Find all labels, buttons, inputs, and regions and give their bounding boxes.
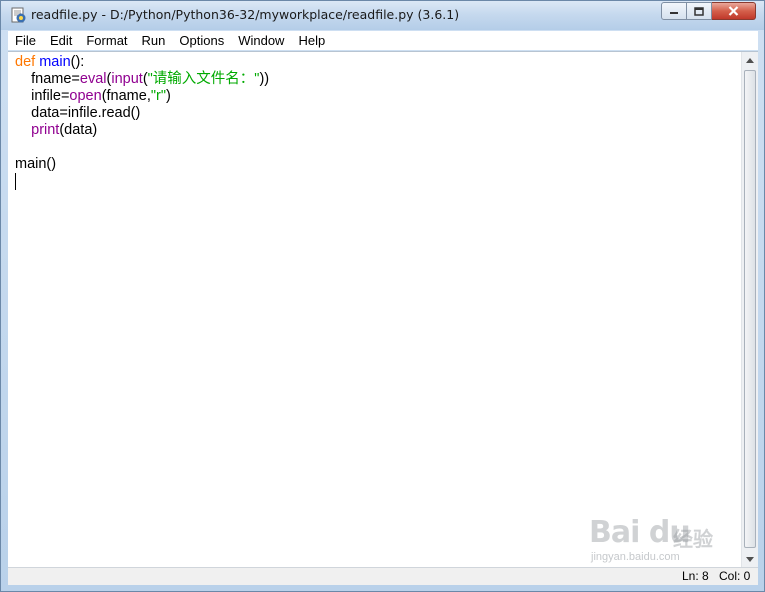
close-button[interactable] xyxy=(712,2,756,20)
window-controls xyxy=(661,2,756,21)
code-token: ) xyxy=(165,88,171,104)
menu-edit[interactable]: Edit xyxy=(43,33,79,48)
code-token: )) xyxy=(259,71,270,87)
menu-window[interactable]: Window xyxy=(231,33,291,48)
menu-file[interactable]: File xyxy=(8,33,43,48)
scroll-down-icon xyxy=(746,557,754,562)
code-editor[interactable]: def main(): fname=eval(input("请输入文件名："))… xyxy=(8,51,758,567)
scroll-down-button[interactable] xyxy=(742,551,758,567)
code-line-1: def main(): xyxy=(15,54,269,71)
code-token: data=infile.read() xyxy=(31,105,141,121)
code-line-3: infile=open(fname,"r") xyxy=(15,88,269,105)
menu-bar: File Edit Format Run Options Window Help xyxy=(8,31,758,50)
code-token: fname= xyxy=(31,71,80,87)
code-token: (fname, xyxy=(101,88,151,104)
code-line-5: print(data) xyxy=(15,122,269,139)
status-bar: Ln: 8 Col: 0 xyxy=(8,567,758,585)
scroll-up-icon xyxy=(746,58,754,63)
code-line-4: data=infile.read() xyxy=(15,105,269,122)
builtin-print: print xyxy=(31,122,60,138)
code-line-7: main() xyxy=(15,156,269,173)
vertical-scrollbar[interactable] xyxy=(741,52,758,567)
code-token: main() xyxy=(15,156,57,172)
code-text: def main(): fname=eval(input("请输入文件名："))… xyxy=(15,54,269,190)
function-name: main xyxy=(39,54,71,70)
menu-help[interactable]: Help xyxy=(291,33,332,48)
string-literal: "r" xyxy=(150,88,166,104)
code-token: infile= xyxy=(31,88,70,104)
builtin-eval: eval xyxy=(79,71,107,87)
status-column: Col: 0 xyxy=(719,569,751,583)
code-line-8 xyxy=(15,173,269,190)
menu-format[interactable]: Format xyxy=(79,33,134,48)
maximize-button[interactable] xyxy=(687,2,712,20)
scroll-up-button[interactable] xyxy=(742,52,758,69)
builtin-input: input xyxy=(111,71,143,87)
code-token: (data) xyxy=(59,122,98,138)
window-title: readfile.py - D:/Python/Python36-32/mywo… xyxy=(31,7,460,22)
status-line: Ln: 8 xyxy=(682,569,709,583)
menu-run[interactable]: Run xyxy=(135,33,173,48)
string-literal: "请输入文件名：" xyxy=(147,71,260,87)
minimize-icon xyxy=(670,12,678,14)
scrollbar-thumb[interactable] xyxy=(744,70,756,548)
text-cursor xyxy=(15,173,16,190)
title-bar[interactable]: readfile.py - D:/Python/Python36-32/mywo… xyxy=(1,1,764,30)
close-icon xyxy=(728,6,739,16)
keyword-def: def xyxy=(15,54,36,70)
minimize-button[interactable] xyxy=(661,2,687,20)
idle-editor-window: readfile.py - D:/Python/Python36-32/mywo… xyxy=(0,0,765,592)
maximize-icon xyxy=(694,6,704,16)
code-token: (): xyxy=(70,54,85,70)
menu-options[interactable]: Options xyxy=(172,33,231,48)
builtin-open: open xyxy=(69,88,102,104)
python-idle-icon xyxy=(11,7,26,23)
code-line-2: fname=eval(input("请输入文件名：")) xyxy=(15,71,269,88)
